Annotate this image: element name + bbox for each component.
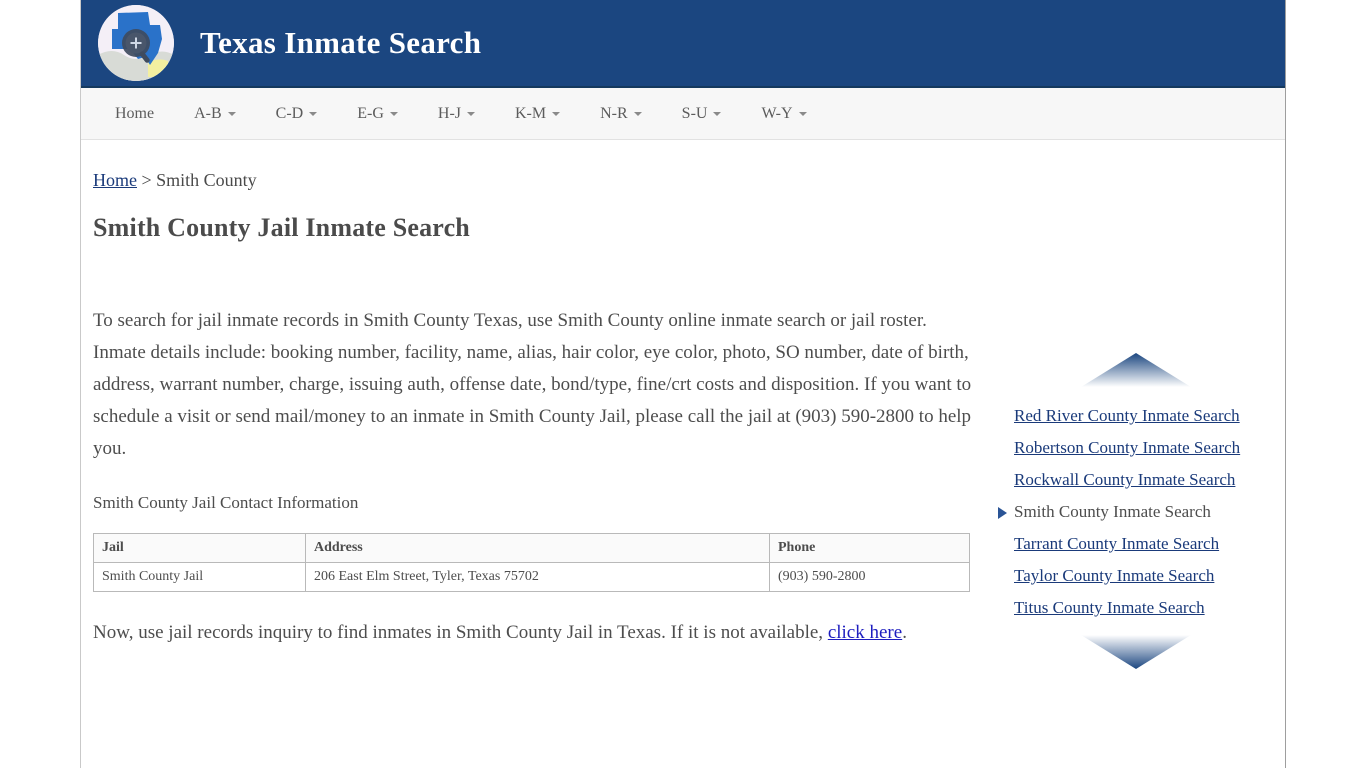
nav-item-label: S-U — [681, 104, 708, 122]
sidebar-item-tarrant[interactable]: Tarrant County Inmate Search — [991, 528, 1281, 560]
triangle-up-icon — [1081, 353, 1191, 387]
sidebar-link-label[interactable]: Titus County Inmate Search — [1014, 598, 1205, 617]
sidebar-link-label[interactable]: Red River County Inmate Search — [1014, 406, 1240, 425]
page-title: Smith County Jail Inmate Search — [93, 213, 470, 242]
closing-suffix: . — [902, 622, 907, 643]
nav-item-w-y[interactable]: W-Y — [741, 89, 826, 139]
table-header-address: Address — [305, 533, 770, 563]
chevron-down-icon — [713, 111, 722, 116]
click-here-link[interactable]: click here — [828, 622, 902, 643]
chevron-down-icon — [633, 111, 642, 116]
sidebar-item-titus[interactable]: Titus County Inmate Search — [991, 592, 1281, 624]
nav-item-home[interactable]: Home — [95, 89, 174, 139]
breadcrumb-home-link[interactable]: Home — [93, 170, 137, 190]
closing-paragraph: Now, use jail records inquiry to find in… — [93, 618, 993, 648]
sidebar-item-taylor[interactable]: Taylor County Inmate Search — [991, 560, 1281, 592]
nav-item-label: E-G — [357, 104, 384, 122]
sidebar-link-label[interactable]: Taylor County Inmate Search — [1014, 566, 1214, 585]
cell-jail-phone: (903) 590-2800 — [769, 562, 970, 592]
page-container: Texas Inmate Search Home A-B C-D E-G H-J… — [80, 0, 1286, 768]
texas-map-magnifier-icon[interactable] — [98, 5, 174, 81]
sidebar-item-red-river[interactable]: Red River County Inmate Search — [991, 400, 1281, 432]
sidebar-item-rockwall[interactable]: Rockwall County Inmate Search — [991, 464, 1281, 496]
triangle-right-marker-icon — [998, 507, 1007, 519]
closing-prefix: Now, use jail records inquiry to find in… — [93, 622, 828, 643]
nav-item-label: W-Y — [761, 104, 793, 122]
nav-item-n-r[interactable]: N-R — [580, 89, 662, 139]
cell-jail-address: 206 East Elm Street, Tyler, Texas 75702 — [305, 562, 770, 592]
nav-item-k-m[interactable]: K-M — [495, 89, 580, 139]
intro-paragraph: To search for jail inmate records in Smi… — [93, 310, 972, 459]
table-header-jail: Jail — [93, 533, 306, 563]
table-row: Smith County Jail 206 East Elm Street, T… — [93, 562, 970, 592]
chevron-down-icon — [467, 111, 475, 116]
sidebar-link-label[interactable]: Rockwall County Inmate Search — [1014, 470, 1235, 489]
chevron-down-icon — [309, 111, 318, 116]
nav-item-s-u[interactable]: S-U — [662, 89, 742, 139]
table-header-row: Jail Address Phone — [93, 533, 970, 563]
table-header-phone: Phone — [769, 533, 970, 563]
chevron-down-icon — [798, 111, 807, 116]
contact-heading: Smith County Jail Contact Information — [93, 493, 359, 512]
county-links-list: Red River County Inmate Search Robertson… — [991, 400, 1281, 624]
chevron-down-icon — [227, 111, 236, 116]
sidebar-link-label: Smith County Inmate Search — [1014, 502, 1211, 521]
site-header: Texas Inmate Search — [81, 0, 1285, 88]
chevron-down-icon — [552, 111, 561, 116]
nav-item-a-b[interactable]: A-B — [174, 89, 256, 139]
sidebar-item-smith-active[interactable]: Smith County Inmate Search — [991, 496, 1281, 528]
nav-item-label: C-D — [275, 104, 304, 122]
nav-item-label: K-M — [515, 104, 547, 122]
contact-table: Jail Address Phone Smith County Jail 206… — [93, 533, 970, 592]
site-title: Texas Inmate Search — [200, 25, 482, 60]
sidebar-link-label[interactable]: Robertson County Inmate Search — [1014, 438, 1240, 457]
breadcrumb-current: Smith County — [156, 170, 257, 190]
nav-item-label: A-B — [194, 104, 222, 122]
breadcrumb: Home > Smith County — [93, 170, 993, 191]
triangle-down-icon — [1081, 635, 1191, 669]
sidebar-item-robertson[interactable]: Robertson County Inmate Search — [991, 432, 1281, 464]
nav-item-c-d[interactable]: C-D — [256, 89, 338, 139]
related-counties-sidebar: Red River County Inmate Search Robertson… — [991, 352, 1281, 670]
main-column: Home > Smith County Smith County Jail In… — [93, 170, 993, 648]
breadcrumb-separator: > — [137, 170, 157, 190]
cell-jail-name: Smith County Jail — [93, 562, 306, 592]
nav-item-h-j[interactable]: H-J — [418, 89, 495, 139]
nav-item-label: N-R — [600, 104, 628, 122]
nav-item-e-g[interactable]: E-G — [337, 89, 418, 139]
chevron-down-icon — [389, 111, 398, 116]
nav-item-label: H-J — [437, 104, 461, 122]
main-navigation: Home A-B C-D E-G H-J K-M N-R S-U W-Y — [81, 88, 1285, 140]
nav-item-label: Home — [115, 104, 155, 122]
sidebar-link-label[interactable]: Tarrant County Inmate Search — [1014, 534, 1219, 553]
